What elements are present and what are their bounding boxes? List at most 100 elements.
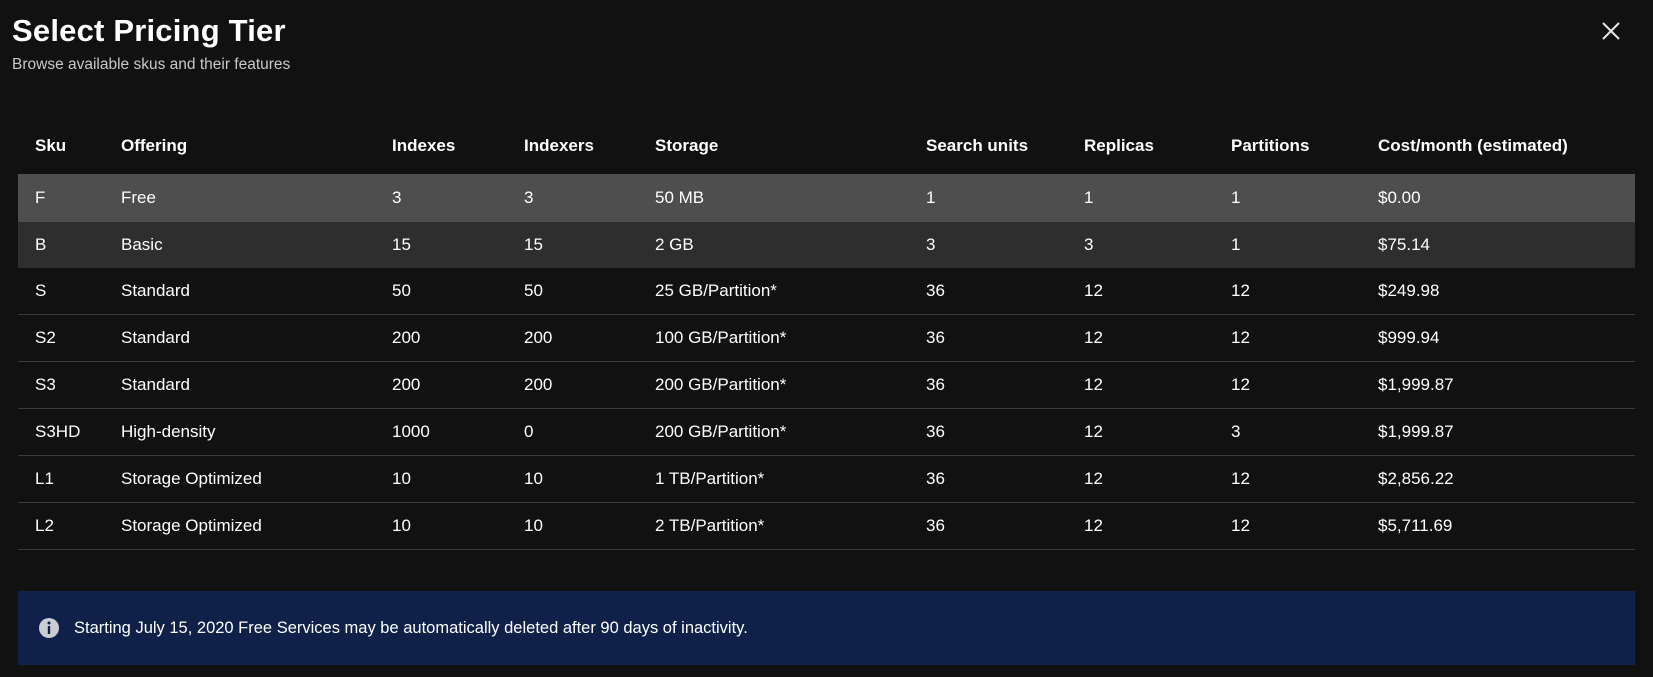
cell-search-units: 36 (926, 328, 945, 347)
table-row-l2[interactable]: L2 Storage Optimized 10 10 2 TB/Partitio… (18, 503, 1635, 550)
cell-indexes: 3 (392, 188, 402, 207)
cell-replicas: 12 (1084, 469, 1103, 488)
cell-cost: $75.14 (1378, 235, 1430, 254)
cell-replicas: 3 (1084, 235, 1094, 254)
cell-sku: S3 (35, 375, 56, 394)
table-row-s3[interactable]: S3 Standard 200 200 200 GB/Partition* 36… (18, 362, 1635, 409)
cell-indexers: 3 (524, 188, 534, 207)
cell-offering: Storage Optimized (121, 469, 262, 488)
cell-indexes: 1000 (392, 422, 430, 441)
cell-partitions: 1 (1231, 235, 1241, 254)
cell-partitions: 1 (1231, 188, 1241, 207)
cell-offering: High-density (121, 422, 216, 441)
table-row-f[interactable]: F Free 3 3 50 MB 1 1 1 $0.00 (18, 174, 1635, 222)
cell-offering: Free (121, 188, 156, 207)
cell-indexes: 200 (392, 328, 421, 347)
cell-storage: 100 GB/Partition* (655, 328, 787, 347)
cell-partitions: 3 (1231, 422, 1241, 441)
cell-indexers: 10 (524, 469, 543, 488)
column-header-partitions[interactable]: Partitions (1231, 136, 1309, 156)
cell-indexes: 10 (392, 469, 411, 488)
cell-search-units: 36 (926, 281, 945, 300)
cell-storage: 2 TB/Partition* (655, 516, 765, 535)
cell-cost: $249.98 (1378, 281, 1440, 300)
table-row-b[interactable]: B Basic 15 15 2 GB 3 3 1 $75.14 (18, 222, 1635, 268)
cell-partitions: 12 (1231, 469, 1250, 488)
dialog-header: Select Pricing Tier Browse available sku… (12, 12, 290, 74)
cell-storage: 2 GB (655, 235, 694, 254)
cell-search-units: 1 (926, 188, 936, 207)
cell-offering: Basic (121, 235, 163, 254)
table-row-l1[interactable]: L1 Storage Optimized 10 10 1 TB/Partitio… (18, 456, 1635, 503)
cell-indexers: 10 (524, 516, 543, 535)
cell-storage: 25 GB/Partition* (655, 281, 777, 300)
cell-sku: L2 (35, 516, 54, 535)
column-header-indexes[interactable]: Indexes (392, 136, 455, 156)
table-row-s3hd[interactable]: S3HD High-density 1000 0 200 GB/Partitio… (18, 409, 1635, 456)
column-header-sku[interactable]: Sku (35, 136, 66, 156)
cell-search-units: 36 (926, 516, 945, 535)
notice-text: Starting July 15, 2020 Free Services may… (74, 618, 748, 637)
cell-replicas: 12 (1084, 375, 1103, 394)
info-notice-banner: Starting July 15, 2020 Free Services may… (18, 591, 1635, 665)
cell-indexers: 200 (524, 328, 553, 347)
cell-partitions: 12 (1231, 516, 1250, 535)
column-header-indexers[interactable]: Indexers (524, 136, 594, 156)
cell-storage: 1 TB/Partition* (655, 469, 765, 488)
cell-indexes: 10 (392, 516, 411, 535)
column-header-cost[interactable]: Cost/month (estimated) (1378, 136, 1568, 156)
cell-search-units: 3 (926, 235, 936, 254)
cell-search-units: 36 (926, 375, 945, 394)
cell-indexes: 50 (392, 281, 411, 300)
cell-cost: $5,711.69 (1378, 516, 1453, 535)
cell-partitions: 12 (1231, 375, 1250, 394)
cell-indexers: 15 (524, 235, 543, 254)
cell-sku: S (35, 281, 47, 300)
dialog-title: Select Pricing Tier (12, 13, 286, 48)
cell-indexers: 50 (524, 281, 543, 300)
cell-storage: 200 GB/Partition* (655, 375, 787, 394)
cell-cost: $0.00 (1378, 188, 1421, 207)
cell-indexes: 200 (392, 375, 421, 394)
cell-sku: B (35, 235, 47, 254)
cell-replicas: 12 (1084, 422, 1103, 441)
cell-search-units: 36 (926, 469, 945, 488)
cell-partitions: 12 (1231, 281, 1250, 300)
cell-offering: Standard (121, 281, 190, 300)
column-header-offering[interactable]: Offering (121, 136, 187, 156)
column-header-storage[interactable]: Storage (655, 136, 718, 156)
cell-replicas: 12 (1084, 281, 1103, 300)
close-button[interactable] (1598, 18, 1624, 44)
cell-cost: $999.94 (1378, 328, 1440, 347)
info-icon (39, 618, 59, 638)
pricing-table: Sku Offering Indexes Indexers Storage Se… (18, 122, 1635, 550)
cell-replicas: 1 (1084, 188, 1094, 207)
cell-indexers: 200 (524, 375, 553, 394)
dialog-subtitle: Browse available skus and their features (12, 56, 291, 73)
cell-sku: S3HD (35, 422, 81, 441)
cell-offering: Standard (121, 375, 190, 394)
cell-search-units: 36 (926, 422, 945, 441)
cell-indexes: 15 (392, 235, 411, 254)
column-header-replicas[interactable]: Replicas (1084, 136, 1154, 156)
close-icon (1602, 22, 1620, 40)
table-row-s[interactable]: S Standard 50 50 25 GB/Partition* 36 12 … (18, 268, 1635, 315)
cell-cost: $2,856.22 (1378, 469, 1454, 488)
cell-replicas: 12 (1084, 328, 1103, 347)
pricing-tier-dialog: Select Pricing Tier Browse available sku… (0, 0, 1653, 677)
cell-sku: F (35, 188, 46, 207)
cell-cost: $1,999.87 (1378, 375, 1454, 394)
column-header-search-units[interactable]: Search units (926, 136, 1028, 156)
table-row-s2[interactable]: S2 Standard 200 200 100 GB/Partition* 36… (18, 315, 1635, 362)
cell-offering: Standard (121, 328, 190, 347)
cell-storage: 200 GB/Partition* (655, 422, 787, 441)
cell-sku: S2 (35, 328, 56, 347)
cell-partitions: 12 (1231, 328, 1250, 347)
cell-indexers: 0 (524, 422, 534, 441)
cell-storage: 50 MB (655, 188, 705, 207)
cell-cost: $1,999.87 (1378, 422, 1454, 441)
table-header-row: Sku Offering Indexes Indexers Storage Se… (18, 122, 1635, 174)
cell-sku: L1 (35, 469, 54, 488)
cell-replicas: 12 (1084, 516, 1103, 535)
cell-offering: Storage Optimized (121, 516, 262, 535)
